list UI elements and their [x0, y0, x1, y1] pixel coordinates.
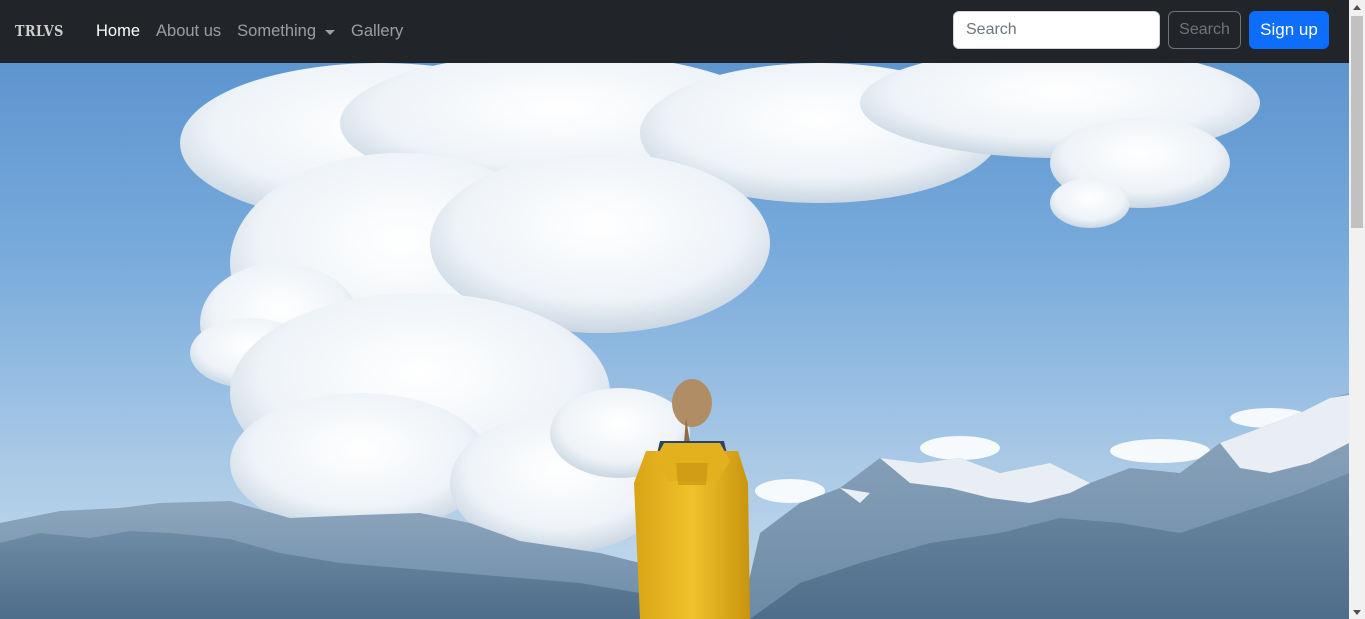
signup-button[interactable]: Sign up [1249, 11, 1329, 49]
nav-about-us[interactable]: About us [156, 22, 221, 41]
scroll-down-arrow-icon[interactable] [1349, 605, 1365, 619]
scrollbar-thumb[interactable] [1351, 16, 1363, 228]
search-button[interactable]: Search [1168, 11, 1241, 49]
page: TRLVS Home About us Something Gallery Se… [0, 0, 1349, 619]
nav-something-dropdown[interactable]: Something [237, 22, 336, 41]
brand-text: TRLVS [14, 22, 64, 40]
nav-home[interactable]: Home [96, 22, 140, 41]
hero-image [0, 63, 1349, 619]
nav-links: Home About us Something Gallery [96, 0, 419, 63]
nav-gallery[interactable]: Gallery [351, 22, 403, 41]
scroll-up-arrow-icon[interactable] [1349, 0, 1365, 14]
hero-illustration [0, 63, 1349, 619]
navbar: TRLVS Home About us Something Gallery Se… [0, 0, 1349, 63]
caret-down-icon [325, 30, 336, 35]
scrollbar[interactable] [1349, 0, 1365, 619]
search-input[interactable] [953, 11, 1160, 49]
logo-icon [12, 30, 13, 32]
nav-something-label: Something [237, 22, 317, 40]
brand-logo[interactable]: TRLVS [12, 14, 72, 48]
